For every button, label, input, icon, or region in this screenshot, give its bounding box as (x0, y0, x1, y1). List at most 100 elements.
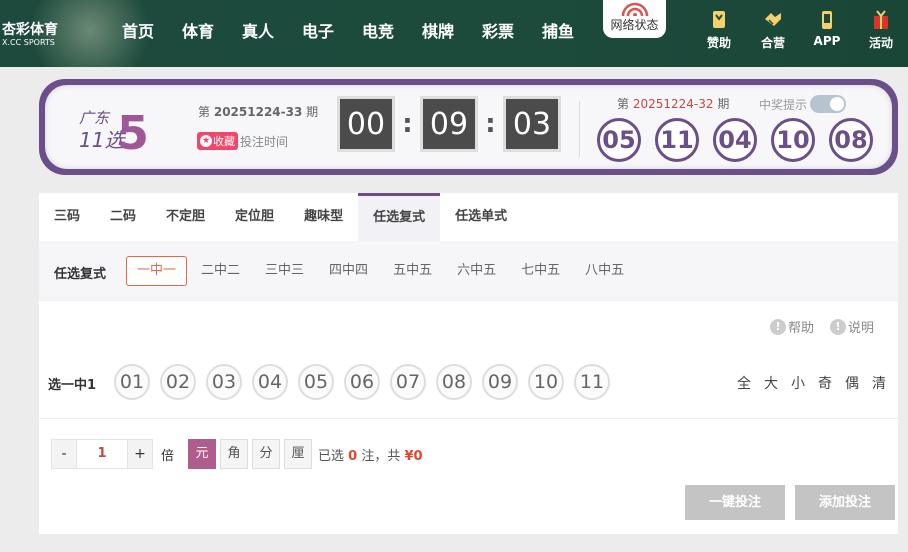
number-ball[interactable]: 11 (574, 364, 610, 400)
multiplier-unit-label: 倍 (161, 448, 175, 464)
favorite-label: 收藏 (213, 135, 235, 148)
last-issue-suffix: 期 (717, 97, 730, 111)
quick-even-button[interactable]: 偶 (845, 373, 859, 393)
help-links: ! 帮助 ! 说明 (754, 317, 874, 336)
subplay-option[interactable]: 三中三 (254, 256, 315, 286)
bet-time-label: 投注时间 (240, 134, 289, 149)
number-ball[interactable]: 08 (436, 364, 472, 400)
add-bet-button[interactable]: 添加投注 (795, 485, 895, 520)
nav-app-label: APP (813, 34, 841, 48)
betting-panel: 三码 二码 不定胆 定位胆 趣味型 任选复式 任选单式 任选复式 一中一 二中二… (39, 193, 898, 534)
subplay-option[interactable]: 四中四 (318, 256, 379, 286)
lottery-logo: 广东 11选 5 (77, 103, 149, 160)
result-ball: 11 (655, 118, 699, 162)
explain-link[interactable]: ! 说明 (829, 317, 874, 336)
number-ball[interactable]: 07 (390, 364, 426, 400)
last-issue-prefix: 第 (617, 97, 630, 111)
nav-events-label: 活动 (868, 36, 893, 50)
nav-link-fishing[interactable]: 捕鱼 (542, 22, 602, 42)
nav-link-slots[interactable]: 电子 (302, 22, 362, 42)
number-ball[interactable]: 09 (482, 364, 518, 400)
subplay-option[interactable]: 五中五 (382, 256, 443, 286)
quick-bet-button[interactable]: 一键投注 (685, 485, 785, 520)
number-ball[interactable]: 04 (252, 364, 288, 400)
subplay-options: 一中一 二中二 三中三 四中四 五中五 六中五 七中五 八中五 (126, 256, 638, 286)
last-issue-number: 20251224-32 (632, 97, 714, 111)
tab-three-code[interactable]: 三码 (39, 193, 95, 241)
number-ball[interactable]: 03 (206, 364, 242, 400)
selected-mid: 注，共 (361, 448, 401, 464)
signal-icon (621, 2, 648, 16)
issue-suffix: 期 (306, 105, 319, 119)
subplay-bar: 任选复式 一中一 二中二 三中三 四中四 五中五 六中五 七中五 八中五 (39, 241, 898, 301)
number-ball[interactable]: 10 (528, 364, 564, 400)
quick-odd-button[interactable]: 奇 (818, 373, 832, 393)
nav-sponsor[interactable]: 赞助 (692, 10, 746, 51)
issue-number: 20251224-33 (213, 105, 303, 119)
subplay-option[interactable]: 一中一 (126, 256, 188, 286)
nav-link-cards[interactable]: 棋牌 (422, 22, 482, 42)
right-nav: 赞助 合营 APP 活动 (692, 10, 908, 51)
number-ball[interactable]: 05 (298, 364, 334, 400)
tab-any-position[interactable]: 不定胆 (151, 193, 220, 241)
number-ball[interactable]: 06 (344, 364, 380, 400)
nav-link-sports[interactable]: 体育 (182, 22, 242, 42)
result-ball: 05 (597, 118, 641, 162)
question-icon: ! (769, 318, 786, 335)
multiplier-plus-button[interactable]: + (128, 440, 152, 468)
result-ball: 10 (771, 118, 815, 162)
nav-link-lottery[interactable]: 彩票 (482, 22, 542, 42)
quick-small-button[interactable]: 小 (791, 373, 805, 393)
result-ball: 08 (829, 118, 873, 162)
tab-fixed-position[interactable]: 定位胆 (220, 193, 289, 241)
win-hint: 中奖提示 (759, 95, 847, 113)
nav-partner-label: 合营 (760, 36, 785, 50)
nav-link-home[interactable]: 首页 (122, 22, 182, 42)
number-balls: 01 02 03 04 05 06 07 08 09 10 11 (114, 364, 620, 400)
subplay-option[interactable]: 八中五 (574, 256, 635, 286)
quick-big-button[interactable]: 大 (764, 373, 778, 393)
site-logo[interactable]: 杏彩体育 X.CC SPORTS (2, 22, 58, 48)
quick-all-button[interactable]: 全 (737, 373, 751, 393)
ribbon-icon (713, 11, 725, 28)
nav-events[interactable]: 活动 (854, 10, 908, 51)
network-status-button[interactable]: 网络状态 (603, 0, 666, 38)
unit-yuan-button[interactable]: 元 (188, 439, 217, 469)
handshake-icon (765, 13, 781, 26)
unit-fen-button[interactable]: 分 (252, 439, 281, 469)
result-ball: 04 (713, 118, 757, 162)
multiplier-minus-button[interactable]: - (52, 440, 76, 468)
countdown-timer: 00 : 09 : 03 (337, 96, 561, 152)
favorite-button[interactable]: ★ 收藏 (197, 132, 238, 150)
quick-clear-button[interactable]: 清 (872, 373, 886, 393)
tab-optional-multi[interactable]: 任选复式 (358, 193, 441, 241)
timer-colon: : (485, 109, 496, 139)
subplay-option[interactable]: 六中五 (446, 256, 507, 286)
question-icon: ! (829, 318, 846, 335)
subplay-option[interactable]: 二中二 (190, 256, 251, 286)
network-status-label: 网络状态 (610, 18, 659, 32)
nav-partner[interactable]: 合营 (746, 10, 800, 51)
number-ball[interactable]: 01 (114, 364, 150, 400)
lottery-logo-top: 广东 (79, 109, 111, 127)
issue-prefix: 第 (198, 105, 211, 119)
number-pick-row: 选一中1 01 02 03 04 05 06 07 08 09 10 11 全 … (39, 363, 898, 403)
multiplier-stepper: - 1 + (51, 439, 153, 469)
unit-li-button[interactable]: 厘 (284, 439, 313, 469)
win-hint-toggle[interactable] (810, 95, 847, 113)
section-divider (39, 418, 898, 419)
subplay-option[interactable]: 七中五 (510, 256, 571, 286)
logo-text-en: X.CC SPORTS (2, 38, 55, 47)
help-link[interactable]: ! 帮助 (769, 317, 814, 336)
nav-link-live[interactable]: 真人 (242, 22, 302, 42)
tab-two-code[interactable]: 二码 (95, 193, 151, 241)
tab-optional-single[interactable]: 任选单式 (440, 193, 522, 241)
nav-link-esports[interactable]: 电竞 (362, 22, 422, 42)
nav-app[interactable]: APP (800, 10, 854, 51)
gift-icon (874, 10, 888, 29)
favorite-row: ★ 收藏 投注时间 (197, 132, 288, 150)
multiplier-input[interactable]: 1 (76, 440, 128, 468)
number-ball[interactable]: 02 (160, 364, 196, 400)
unit-jiao-button[interactable]: 角 (220, 439, 249, 469)
tab-fun[interactable]: 趣味型 (289, 193, 358, 241)
